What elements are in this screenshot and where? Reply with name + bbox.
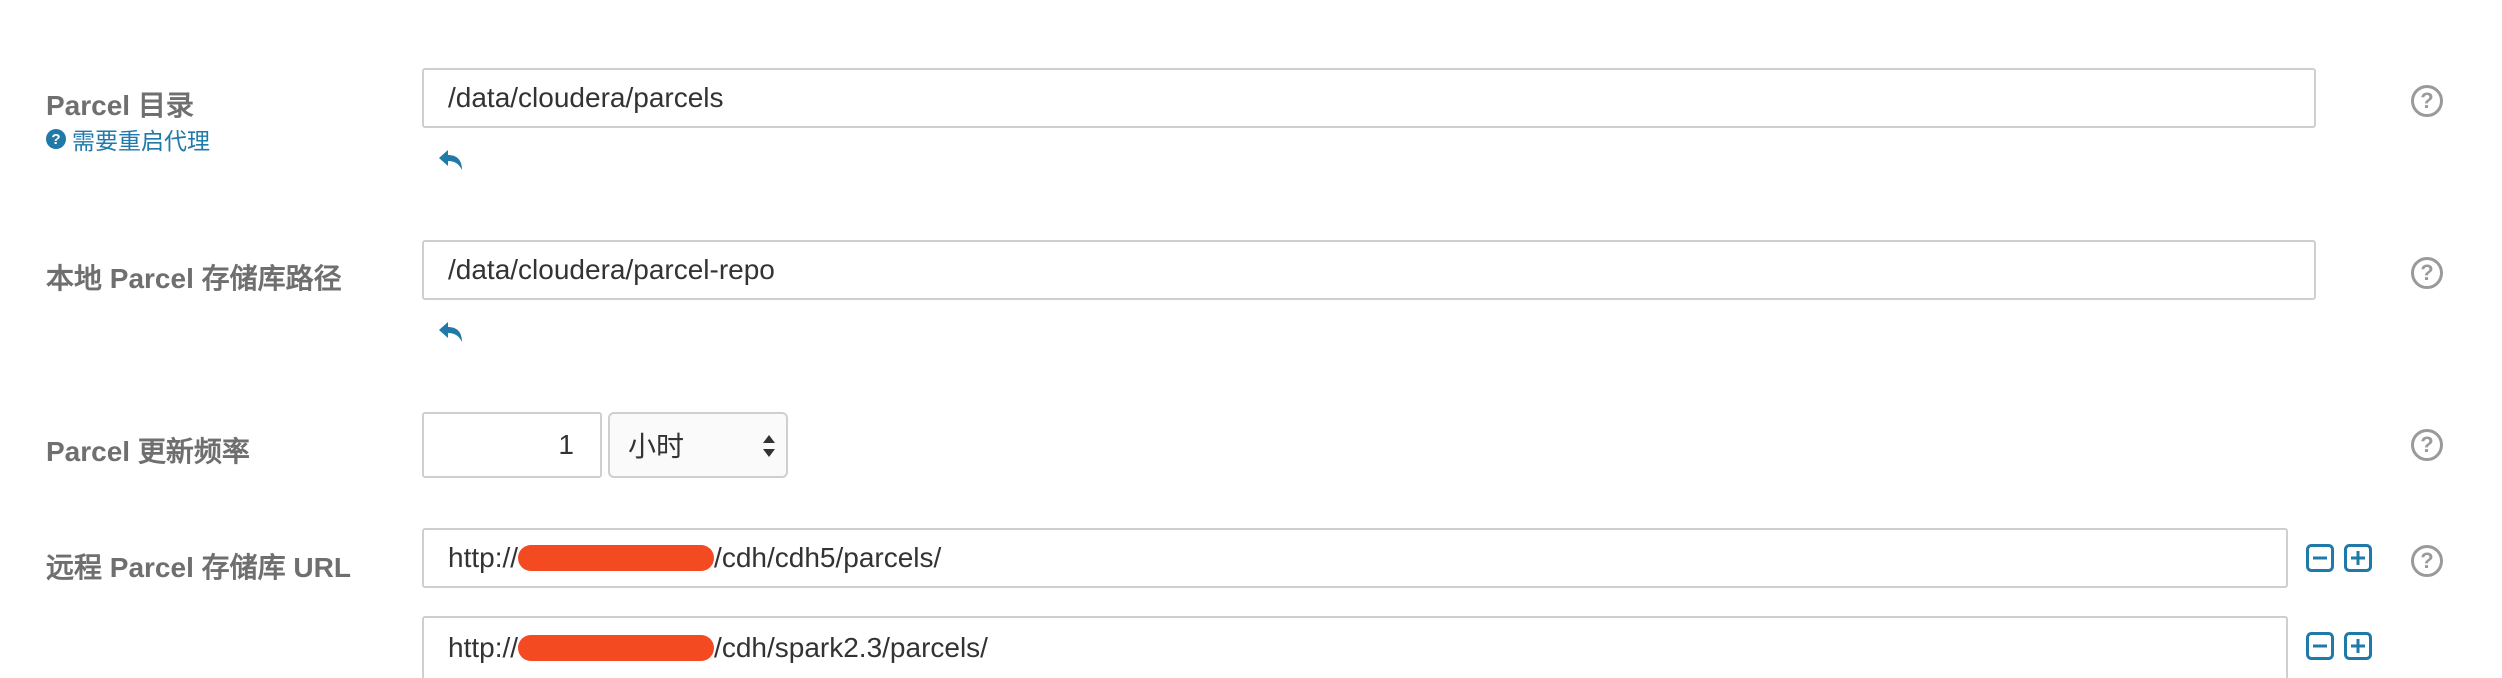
select-arrows-icon [763, 435, 775, 457]
local-repo-label: 本地 Parcel 存储库路径 [46, 263, 342, 294]
update-frequency-input[interactable]: 1 [422, 412, 602, 478]
restart-required-text: 需要重启代理 [72, 128, 210, 154]
parcel-dir-input[interactable]: /data/cloudera/parcels [422, 68, 2316, 128]
url-suffix: /cdh/spark2.3/parcels/ [714, 632, 988, 663]
info-question-icon: ? [46, 129, 66, 149]
update-frequency-label: Parcel 更新频率 [46, 436, 250, 467]
remote-repo-url-input[interactable]: http:// /cdh/cdh5/parcels/ [422, 528, 2288, 588]
redacted-host [518, 545, 715, 571]
local-repo-input[interactable]: /data/cloudera/parcel-repo [422, 240, 2316, 300]
add-url-icon[interactable] [2344, 544, 2372, 572]
help-icon[interactable]: ? [2411, 545, 2443, 577]
help-icon[interactable]: ? [2411, 257, 2443, 289]
undo-icon[interactable] [436, 146, 466, 176]
url-suffix: /cdh/cdh5/parcels/ [714, 542, 942, 573]
remote-repo-label: 远程 Parcel 存储库 URL [46, 552, 351, 583]
remove-url-icon[interactable] [2306, 632, 2334, 660]
unit-select-value: 小时 [628, 431, 685, 462]
help-icon[interactable]: ? [2411, 85, 2443, 117]
help-icon[interactable]: ? [2411, 429, 2443, 461]
undo-icon[interactable] [436, 318, 466, 348]
update-frequency-unit-select[interactable]: 小时 [608, 412, 788, 478]
url-prefix: http:// [448, 632, 519, 663]
remote-repo-url-input[interactable]: http:// /cdh/spark2.3/parcels/ [422, 616, 2288, 678]
parcel-dir-label: Parcel 目录 [46, 90, 194, 121]
url-prefix: http:// [448, 542, 519, 573]
redacted-host [518, 635, 715, 661]
remove-url-icon[interactable] [2306, 544, 2334, 572]
restart-required-note[interactable]: ? 需要重启代理 [46, 122, 210, 156]
add-url-icon[interactable] [2344, 632, 2372, 660]
